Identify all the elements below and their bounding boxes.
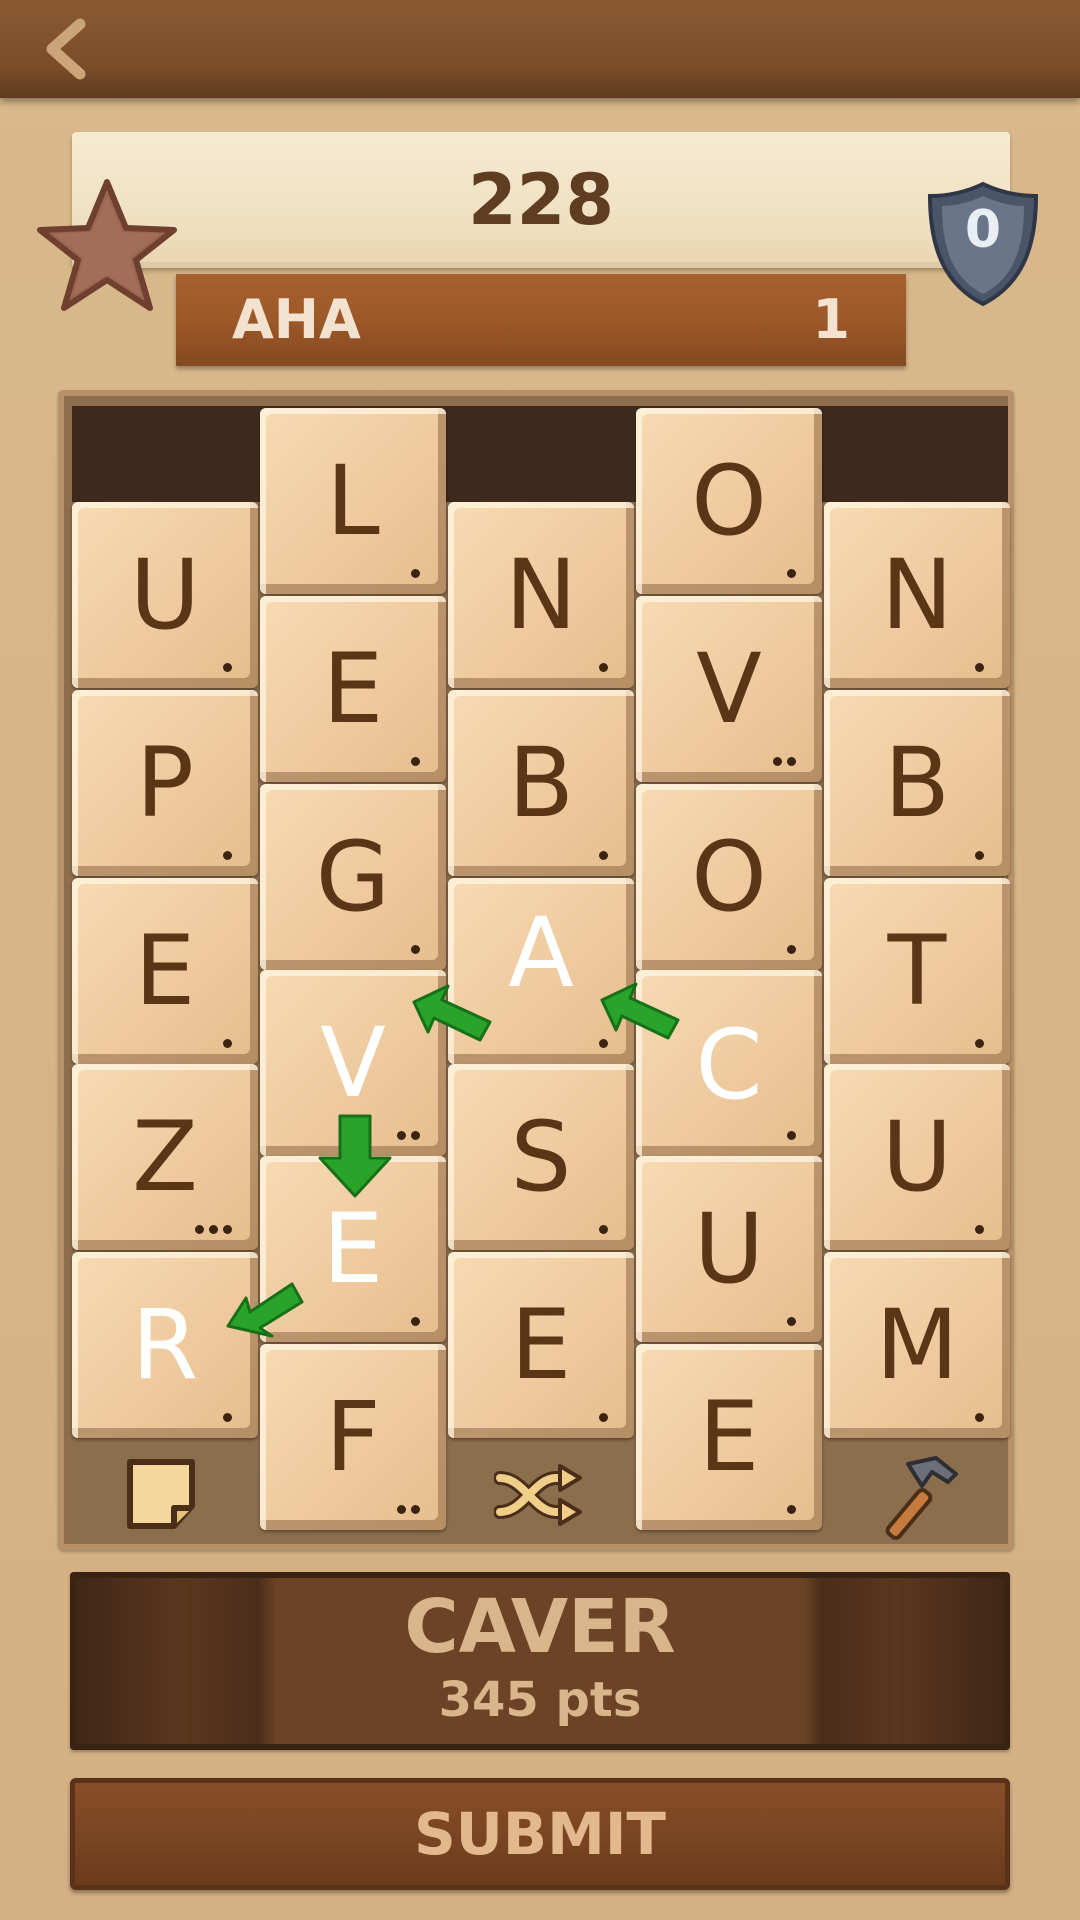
tile[interactable]: E	[72, 878, 258, 1064]
tile[interactable]: E	[448, 1252, 634, 1438]
hammer-icon[interactable]	[872, 1450, 962, 1540]
tile[interactable]: T	[824, 878, 1010, 1064]
last-word-count: 1	[812, 288, 850, 351]
current-word: CAVER	[404, 1584, 676, 1670]
tile[interactable]: N	[824, 502, 1010, 688]
tile[interactable]: O	[636, 408, 822, 594]
submit-button[interactable]: SUBMIT	[70, 1778, 1010, 1890]
tile[interactable]: V	[636, 596, 822, 782]
shield-value: 0	[964, 200, 1002, 260]
arrow-icon	[600, 982, 680, 1040]
tile[interactable]: G	[260, 784, 446, 970]
star-icon	[34, 176, 180, 316]
tile[interactable]: Z	[72, 1064, 258, 1250]
arrow-icon	[226, 1282, 304, 1338]
last-word: AHA	[232, 288, 361, 351]
note-icon[interactable]	[118, 1450, 208, 1540]
tile[interactable]: M	[824, 1252, 1010, 1438]
chevron-left-icon[interactable]	[38, 16, 98, 82]
tile[interactable]: L	[260, 408, 446, 594]
tile[interactable]: N	[448, 502, 634, 688]
tile[interactable]: B	[448, 690, 634, 876]
tile[interactable]: P	[72, 690, 258, 876]
last-word-panel: AHA 1	[176, 274, 906, 366]
tile[interactable]: B	[824, 690, 1010, 876]
tile[interactable]: F	[260, 1344, 446, 1530]
arrow-icon	[412, 984, 492, 1042]
tile[interactable]: U	[824, 1064, 1010, 1250]
arrow-icon	[318, 1114, 392, 1198]
score-panel: 228	[72, 132, 1010, 268]
tile[interactable]: O	[636, 784, 822, 970]
tile[interactable]: E	[636, 1344, 822, 1530]
top-bar	[0, 0, 1080, 98]
score-value: 228	[467, 159, 615, 241]
tile[interactable]: U	[72, 502, 258, 688]
submit-label: SUBMIT	[414, 1800, 666, 1868]
current-word-points: 345 pts	[438, 1672, 642, 1728]
shuffle-icon[interactable]	[493, 1450, 584, 1540]
tile[interactable]: S	[448, 1064, 634, 1250]
shield-badge: 0	[926, 180, 1040, 308]
board-top-strip	[72, 406, 1008, 502]
tile[interactable]: E	[260, 596, 446, 782]
tile[interactable]: U	[636, 1156, 822, 1342]
